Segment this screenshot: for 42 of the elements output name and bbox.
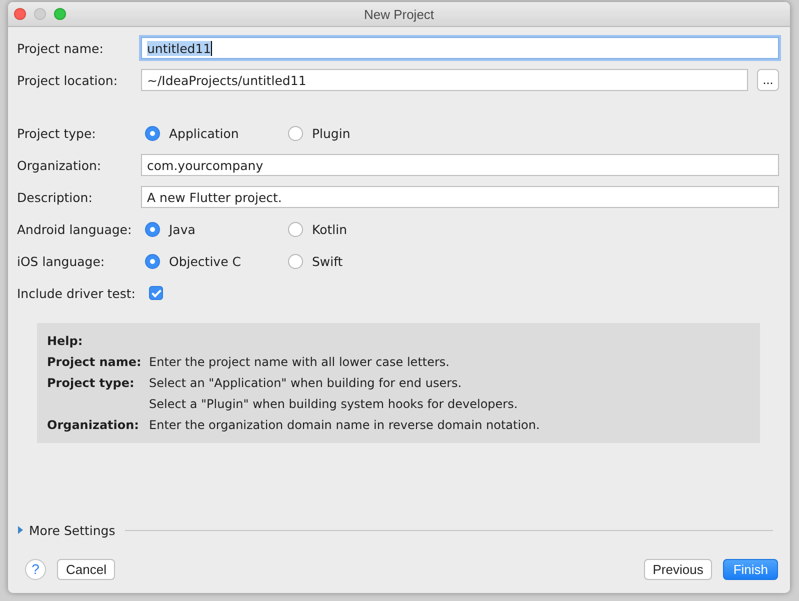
more-settings-toggle[interactable]: More Settings	[29, 522, 116, 538]
radio-button[interactable]	[145, 222, 160, 236]
dialog-button[interactable]: Cancel	[57, 558, 116, 580]
field-label: Include driver test:	[17, 286, 136, 300]
zoom-button[interactable]	[54, 8, 66, 20]
checkbox[interactable]	[149, 286, 163, 300]
radio-label: Application	[169, 126, 239, 140]
radio-label: Java	[169, 222, 196, 236]
radio-button[interactable]	[288, 222, 303, 236]
radio-button[interactable]	[145, 126, 160, 140]
help-text: Enter the organization domain name in reverse domain notation.	[149, 417, 541, 434]
browse-button[interactable]: ...	[757, 69, 779, 91]
help-term: Project name:	[47, 354, 142, 371]
help-title: Help:	[47, 333, 83, 350]
help-term: Project type:	[47, 375, 136, 392]
text-field[interactable]: A new Flutter project.	[141, 186, 779, 208]
help-text: Select a "Plugin" when building system hooks for developers.	[149, 396, 519, 413]
window-title: New Project	[364, 6, 434, 22]
dialog-button[interactable]: Previous	[644, 558, 712, 580]
field-label: Project type:	[17, 126, 97, 140]
radio-label: Plugin	[312, 126, 350, 140]
field-label: Project name:	[17, 40, 104, 56]
field-label: Android language:	[17, 222, 133, 236]
field-label: Description:	[17, 190, 94, 204]
radio-label: Swift	[312, 254, 343, 268]
help-term: Organization:	[47, 417, 140, 434]
field-label: iOS language:	[17, 254, 106, 268]
radio-button[interactable]	[288, 126, 303, 140]
text-field[interactable]: ~/IdeaProjects/untitled11	[141, 69, 748, 91]
help-text: Enter the project name with all lower case letters.	[149, 354, 450, 371]
help-text: Select an "Application" when building for end users.	[149, 375, 463, 392]
radio-button[interactable]	[145, 254, 160, 268]
disclosure-icon[interactable]	[18, 526, 23, 534]
radio-button[interactable]	[288, 254, 303, 268]
field-label: Organization:	[17, 158, 102, 172]
text-field[interactable]: com.yourcompany	[141, 154, 779, 176]
field-label: Project location:	[17, 72, 119, 88]
text-field[interactable]: untitled11	[141, 37, 779, 59]
radio-label: Kotlin	[312, 222, 347, 236]
radio-label: Objective C	[169, 254, 241, 268]
close-button[interactable]	[14, 8, 26, 20]
help-button[interactable]: ?	[25, 558, 46, 580]
